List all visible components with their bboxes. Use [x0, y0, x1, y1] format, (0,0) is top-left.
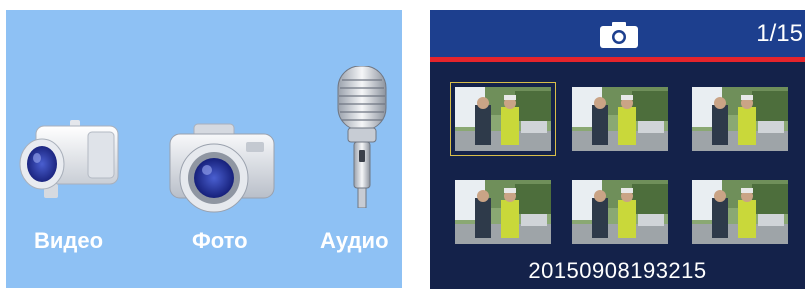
- photo-thumbnail[interactable]: [572, 180, 668, 244]
- photo-thumbnail-image: [692, 180, 788, 244]
- photo-thumbnail[interactable]: [692, 180, 788, 244]
- mode-menu-panel: Видео Фото Аудио: [6, 10, 402, 288]
- photo-gallery-panel: 1/15 20150908193215: [430, 10, 805, 289]
- photo-thumbnail[interactable]: [450, 82, 556, 156]
- photo-thumbnail-image: [692, 87, 788, 151]
- photo-thumbnail-image: [572, 180, 668, 244]
- header-divider: [430, 57, 805, 62]
- camcorder-icon: [19, 120, 119, 198]
- mode-photo-button[interactable]: Фото: [166, 10, 286, 288]
- photo-thumbnail-image: [455, 87, 551, 151]
- camera-icon: [600, 22, 638, 48]
- camera-icon: [169, 123, 275, 213]
- mode-audio-button[interactable]: Аудио: [316, 10, 402, 288]
- photo-counter: 1/15: [756, 20, 803, 47]
- photo-thumbnail[interactable]: [455, 180, 551, 244]
- photo-thumbnail-image: [572, 87, 668, 151]
- gallery-header: 1/15: [430, 10, 805, 57]
- photo-thumbnail-image: [455, 180, 551, 244]
- microphone-icon: [337, 66, 387, 208]
- mode-audio-label: Аудио: [320, 228, 389, 253]
- photo-filename: 20150908193215: [528, 258, 707, 283]
- photo-thumbnail[interactable]: [692, 87, 788, 151]
- mode-video-button[interactable]: Видео: [18, 10, 138, 288]
- mode-photo-label: Фото: [192, 228, 248, 253]
- mode-video-label: Видео: [34, 228, 104, 253]
- photo-thumbnail[interactable]: [572, 87, 668, 151]
